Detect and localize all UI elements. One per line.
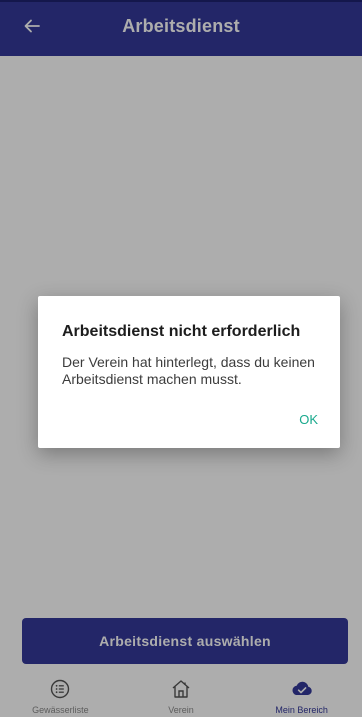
dialog-title: Arbeitsdienst nicht erforderlich [62,323,301,340]
ok-button[interactable]: OK [297,408,320,431]
info-dialog: Arbeitsdienst nicht erforderlich Der Ver… [38,296,340,448]
dialog-message: Der Verein hat hinterlegt, dass du keine… [62,354,315,387]
screen: Arbeitsdienst Arbeitsdienst auswählen Ge… [0,0,362,717]
